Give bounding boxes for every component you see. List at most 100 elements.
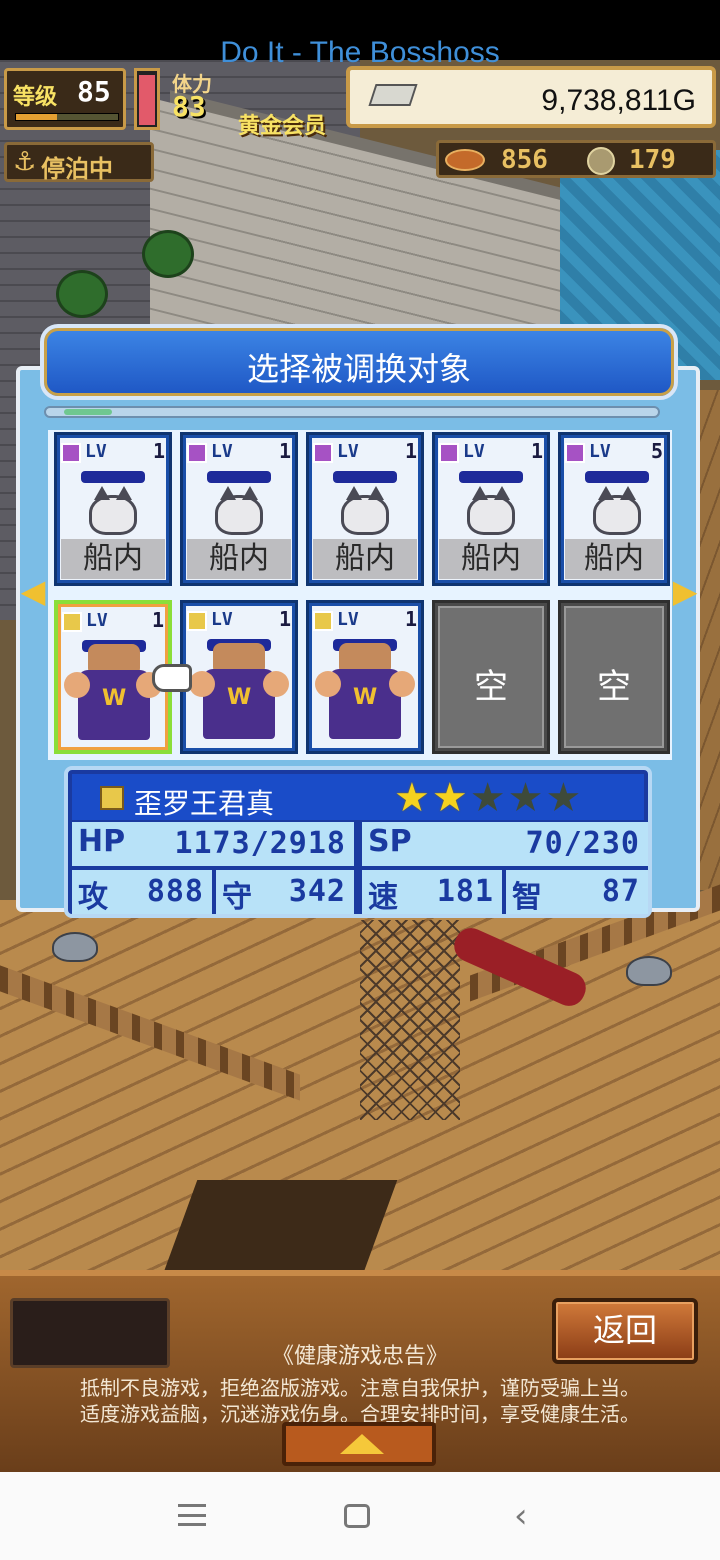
crew-slot[interactable]: LV 5 船内 [558,432,670,586]
home-icon[interactable] [344,1504,370,1528]
crew-slot[interactable]: LV 1 船内 [54,432,172,586]
sp-value: 70/230 [525,826,640,861]
job-icon [439,443,459,463]
lv-number: 1 [404,607,417,631]
defense-stat: 守 342 [216,870,354,915]
scroll-track[interactable] [44,406,660,418]
crew-slot[interactable]: LV 1 [180,600,298,754]
lv-number: 1 [278,439,291,463]
cat-npc[interactable] [626,956,672,986]
lv-number: 1 [152,439,165,463]
job-icon [187,443,207,463]
intelligence-value: 87 [601,874,640,909]
lv-tag: LV [211,441,233,462]
empty-slot[interactable]: 空 [432,600,550,754]
defense-value: 342 [288,874,346,909]
lv-tag: LV [86,610,108,631]
star-filled-icon: ★ [431,775,468,821]
lv-tag: LV [463,441,485,462]
location-label: 船内 [439,539,543,579]
health-notice-line: 抵制不良游戏，拒绝盗版游戏。注意自我保护，谨防受骗上当。 [80,1376,640,1400]
anchor-icon: ⚓ [13,147,37,177]
expand-menu-button[interactable] [282,1422,436,1466]
back-icon[interactable]: ‹ [514,1499,528,1533]
system-nav-bar: ‹ [0,1472,720,1560]
member-badge: 黄金会员 [238,114,327,139]
job-icon [313,443,333,463]
location-label: 船内 [187,539,291,579]
empty-label: 空 [474,667,508,707]
speed-value: 181 [436,874,494,909]
lv-tag: LV [85,441,107,462]
mast-ropes [360,920,460,1120]
health-notice-title: 《健康游戏忠告》 [271,1344,448,1369]
hp-stat: HP 1173/2918 [72,822,354,866]
intelligence-label: 智 [512,880,542,915]
xp-bar [15,113,119,121]
dialog-header: 选择被调换对象 [40,324,678,400]
stamina-gauge [134,68,160,130]
hp-value: 1173/2918 [174,826,346,861]
lv-number: 1 [404,439,417,463]
crew-slot[interactable]: LV 1 船内 [432,432,550,586]
gold-value: 9,738,811G [541,84,696,117]
crew-slot[interactable]: LV 1 船内 [306,432,424,586]
star-filled-icon: ★ [394,775,430,821]
character-name: 歪罗王君真 [134,787,275,820]
lv-tag: LV [211,609,233,630]
empty-slot[interactable]: 空 [558,600,670,754]
food-icon [445,149,485,171]
stamina-panel: 体力 83 黄金会员 [166,66,346,139]
tree [142,230,194,278]
attack-stat: 攻 888 [72,870,212,915]
level-label: 等级 [13,85,58,110]
chevron-up-icon [340,1434,384,1454]
star-empty-icon: ★ [507,775,544,821]
job-icon [61,443,81,463]
attack-label: 攻 [78,880,108,915]
empty-label: 空 [597,667,631,707]
job-icon [565,443,585,463]
cat-icon [341,486,389,535]
defense-label: 守 [222,880,252,915]
prev-page-arrow-icon[interactable]: ◀ [18,575,48,607]
hp-label: HP [78,824,126,859]
pointer-hand-icon [152,664,192,692]
next-page-arrow-icon[interactable]: ▶ [670,575,700,607]
lv-tag: LV [337,609,359,630]
cat-npc[interactable] [52,932,98,962]
menu-icon[interactable] [178,1504,206,1526]
star-empty-icon: ★ [469,775,506,821]
lv-number: 1 [278,607,291,631]
job-icon [100,786,124,810]
dialog-title: 选择被调换对象 [246,350,471,388]
cat-icon [593,486,641,535]
song-title: Do It - The Bosshoss [220,36,500,69]
job-icon [62,612,82,632]
attack-value: 888 [146,874,204,909]
bottom-bar: 返回 《健康游戏忠告》 抵制不良游戏，拒绝盗版游戏。注意自我保护，谨防受骗上当。… [0,1270,720,1472]
tree [56,270,108,318]
crew-slot[interactable]: LV 1 [306,600,424,754]
star-rating: ★ ★ ★ ★ ★ [394,778,581,818]
intelligence-stat: 智 87 [506,870,648,915]
location-label: 船内 [61,539,165,579]
lv-tag: LV [337,441,359,462]
medal-icon [587,147,615,175]
job-icon [313,611,333,631]
gold-bar-icon [368,84,418,106]
resource-panel: 856 179 [436,140,716,178]
food-count: 856 [501,145,548,175]
cat-icon [467,486,515,535]
money-panel: 9,738,811G [346,66,716,128]
job-icon [187,611,207,631]
location-label: 船内 [313,539,417,579]
star-empty-icon: ★ [545,775,582,821]
speed-label: 速 [368,880,398,915]
stamina-value: 83 [172,90,206,123]
docked-label: 停泊中 [41,155,113,183]
crew-slot[interactable]: LV 1 船内 [180,432,298,586]
level-value: 85 [77,75,111,108]
docked-status[interactable]: ⚓ 停泊中 [4,142,154,183]
sp-label: SP [368,824,412,859]
